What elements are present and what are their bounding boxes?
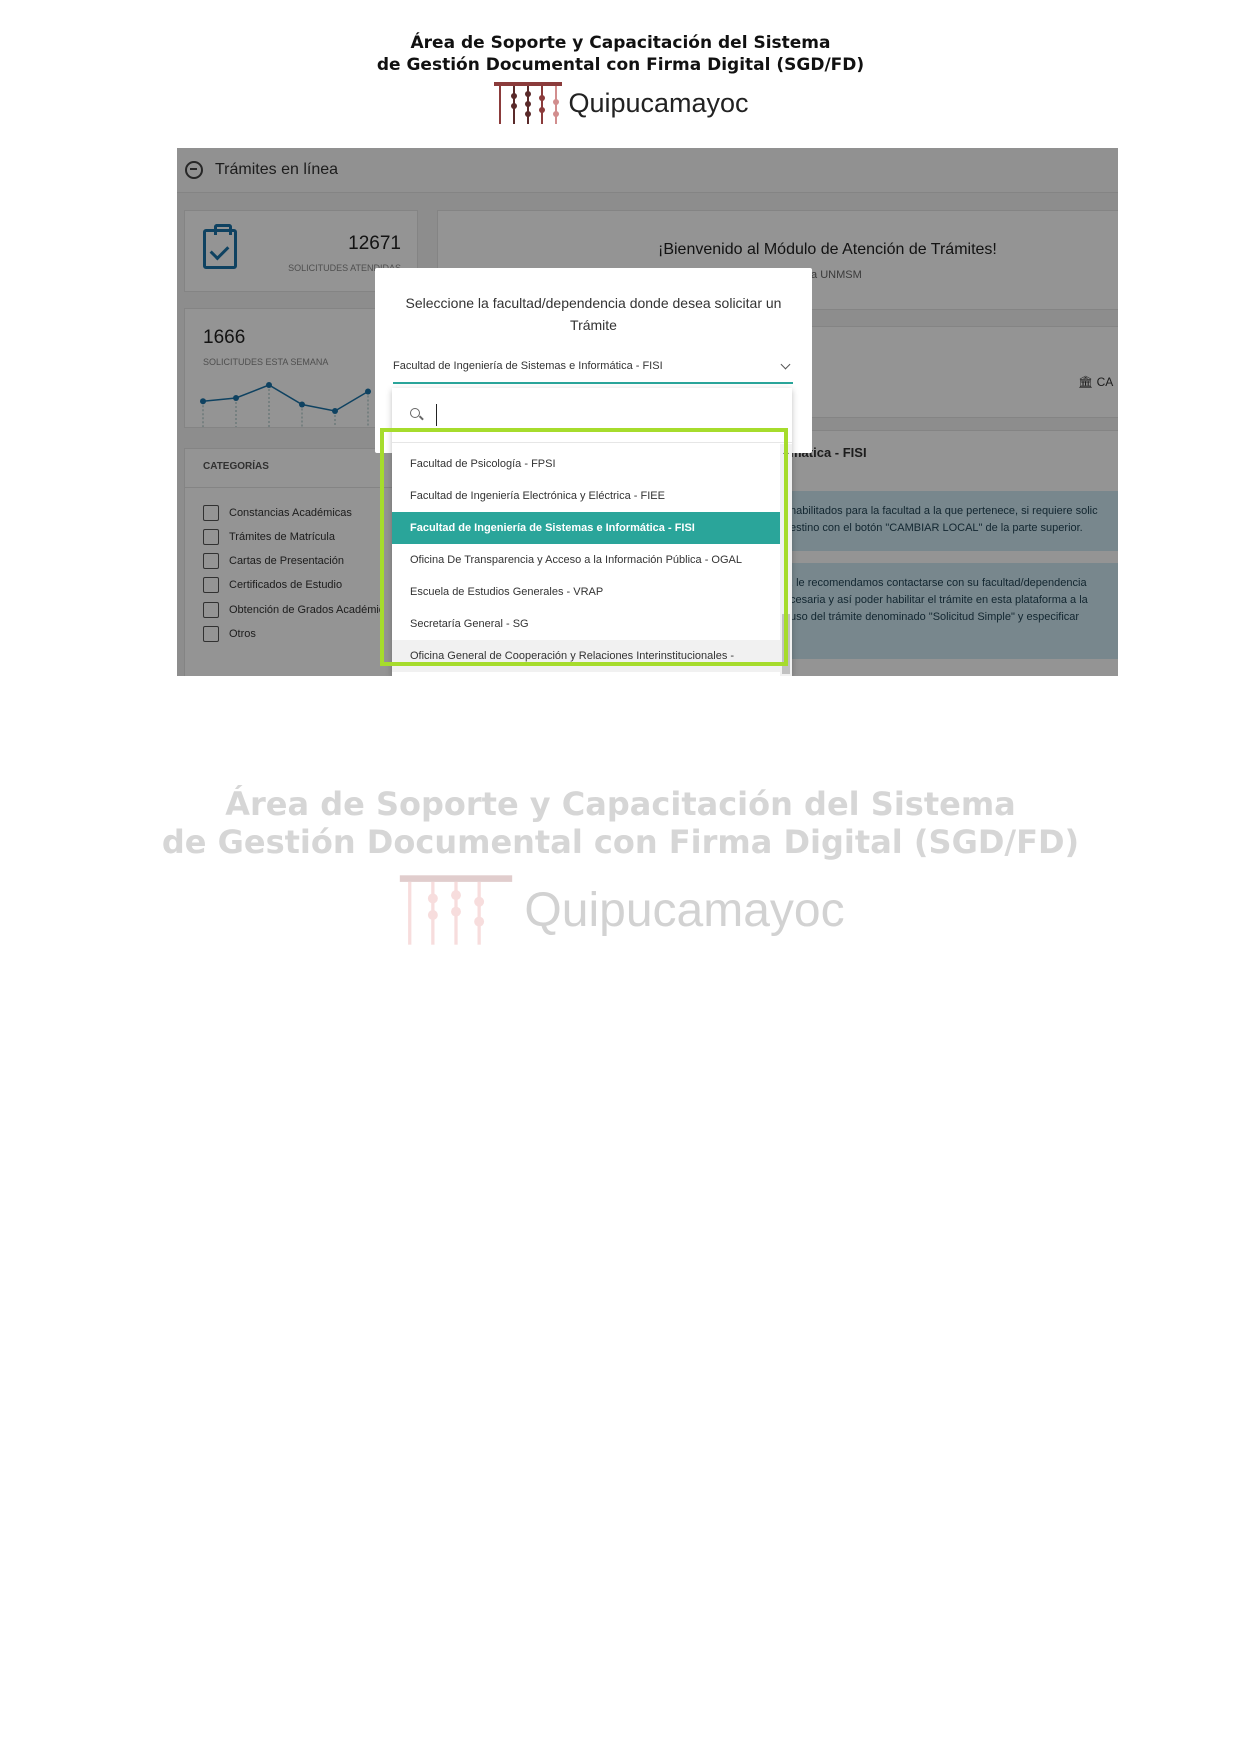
watermark-logo-text: Quipucamayoc — [524, 883, 845, 937]
logo-text: Quipucamayoc — [568, 87, 749, 118]
modal-title: Seleccione la facultad/dependencia donde… — [405, 295, 782, 333]
header-line-1: Área de Soporte y Capacitación del Siste… — [410, 33, 831, 53]
document-header: Área de Soporte y Capacitación del Siste… — [0, 32, 1241, 76]
watermark-line-1: Área de Soporte y Capacitación del Siste… — [225, 785, 1016, 823]
highlight-box — [380, 428, 788, 666]
quipu-logo-icon — [494, 82, 563, 124]
search-icon — [410, 408, 420, 418]
watermark: Área de Soporte y Capacitación del Siste… — [0, 785, 1241, 861]
quipu-logo-icon — [400, 875, 513, 945]
watermark-line-2: de Gestión Documental con Firma Digital … — [161, 823, 1080, 861]
logo: Quipucamayoc — [0, 80, 1241, 126]
watermark-logo: Quipucamayoc — [0, 872, 1241, 948]
header-line-2: de Gestión Documental con Firma Digital … — [376, 55, 865, 75]
select-value: Facultad de Ingeniería de Sistemas e Inf… — [393, 360, 663, 372]
chevron-down-icon[interactable] — [780, 359, 791, 370]
faculty-select[interactable]: Facultad de Ingeniería de Sistemas e Inf… — [393, 356, 793, 384]
search-input[interactable] — [436, 404, 743, 426]
